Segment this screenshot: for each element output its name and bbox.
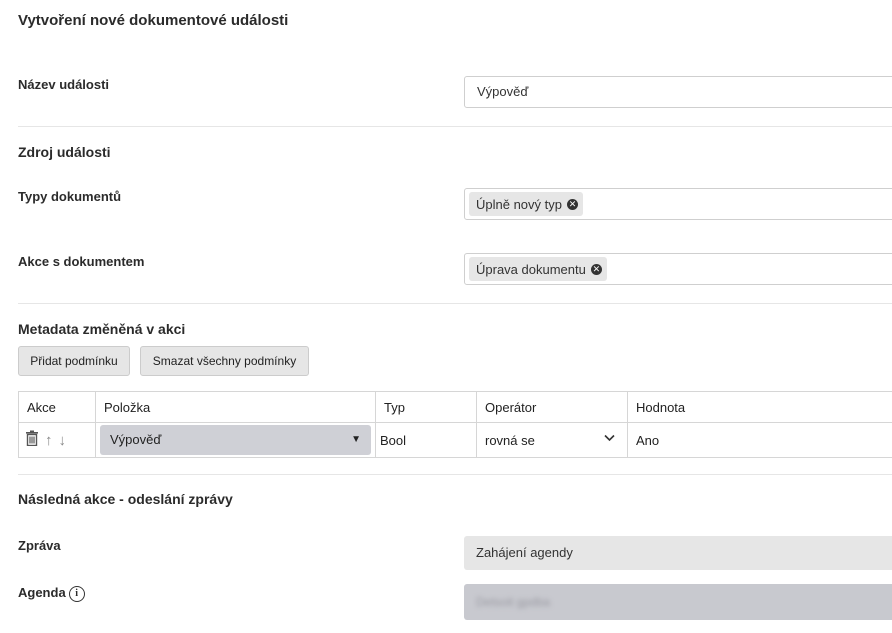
table-header-row: Akce Položka Typ Operátor Hodnota xyxy=(18,391,892,423)
source-section-title: Zdroj události xyxy=(18,144,111,160)
close-circle-icon[interactable]: ✕ xyxy=(590,263,602,275)
doc-types-label: Typy dokumentů xyxy=(18,189,122,204)
table-row: ↑ ↓ Výpověď ▼ Bool rovná se Ano xyxy=(18,422,892,458)
event-name-input[interactable]: Výpověď xyxy=(464,76,892,108)
type-cell: Bool xyxy=(375,422,477,458)
doc-actions-label: Akce s dokumentem xyxy=(18,254,145,269)
agenda-label-text: Agenda xyxy=(18,585,66,600)
info-icon[interactable]: i xyxy=(68,585,85,602)
chevron-down-icon xyxy=(604,431,615,445)
doc-action-tag: Úprava dokumentu ✕ xyxy=(469,257,607,281)
value-cell[interactable]: Ano xyxy=(627,422,892,458)
column-header-akce: Akce xyxy=(18,391,96,423)
arrow-up-icon[interactable]: ↑ xyxy=(45,432,53,449)
divider xyxy=(18,474,892,475)
followup-section-title: Následná akce - odeslání zprávy xyxy=(18,491,233,507)
doc-types-multiselect[interactable]: Úplně nový typ ✕ xyxy=(464,188,892,220)
caret-down-icon: ▼ xyxy=(351,434,361,445)
doc-actions-multiselect[interactable]: Úprava dokumentu ✕ xyxy=(464,253,892,285)
item-select-value: Výpověď xyxy=(110,432,162,447)
message-label: Zpráva xyxy=(18,538,61,553)
item-select[interactable]: Výpověď ▼ xyxy=(100,425,371,455)
event-name-label: Název události xyxy=(18,77,110,92)
conditions-table: Akce Položka Typ Operátor Hodnota ↑ ↓ Vý… xyxy=(18,391,892,458)
add-condition-button[interactable]: Přidat podmínku xyxy=(18,346,130,376)
doc-type-tag: Úplně nový typ ✕ xyxy=(469,192,583,216)
close-circle-icon[interactable]: ✕ xyxy=(567,198,578,210)
agenda-field[interactable]: Detsoit gpdba xyxy=(464,584,892,620)
message-field[interactable]: Zahájení agendy xyxy=(464,536,892,570)
column-header-operator: Operátor xyxy=(476,391,628,423)
doc-action-tag-label: Úprava dokumentu xyxy=(476,261,586,277)
operator-select[interactable]: rovná se xyxy=(485,433,619,448)
metadata-section-title: Metadata změněná v akci xyxy=(18,321,186,337)
doc-type-tag-label: Úplně nový typ xyxy=(476,196,562,212)
trash-icon[interactable] xyxy=(25,430,39,450)
agenda-field-value: Detsoit gpdba xyxy=(476,595,551,609)
operator-cell: rovná se xyxy=(476,422,628,458)
column-header-hodnota: Hodnota xyxy=(627,391,892,423)
item-cell: Výpověď ▼ xyxy=(95,422,376,458)
row-actions-cell: ↑ ↓ xyxy=(18,422,96,458)
clear-conditions-button[interactable]: Smazat všechny podmínky xyxy=(140,346,309,376)
operator-select-value: rovná se xyxy=(485,432,535,448)
divider xyxy=(18,126,892,127)
column-header-typ: Typ xyxy=(375,391,477,423)
arrow-down-icon[interactable]: ↓ xyxy=(59,432,67,449)
page-title: Vytvoření nové dokumentové události xyxy=(18,12,289,29)
agenda-label: Agenda i xyxy=(18,585,85,602)
column-header-polozka: Položka xyxy=(95,391,376,423)
divider xyxy=(18,303,892,304)
value-cell-text: Ano xyxy=(636,432,660,448)
